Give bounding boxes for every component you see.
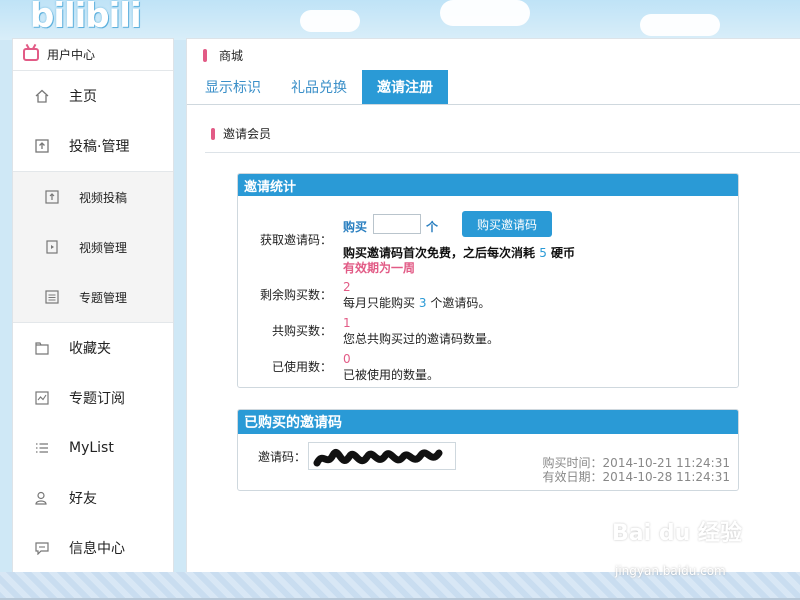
upload-icon — [35, 139, 49, 153]
cloud-decoration — [440, 0, 530, 26]
sidebar-item-topic-manage[interactable]: 专题管理 — [13, 272, 173, 322]
sidebar-item-friends[interactable]: 好友 — [13, 473, 173, 523]
sidebar-item-label: 收藏夹 — [69, 341, 111, 357]
sidebar-item-label: 主页 — [69, 89, 97, 105]
sidebar-header: 用户中心 — [13, 39, 173, 71]
used-label: 已使用数： — [271, 360, 332, 374]
header-banner: bilibili — [0, 0, 800, 40]
get-code-label: 获取邀请码： — [259, 233, 332, 247]
sidebar-item-subscriptions[interactable]: 专题订阅 — [13, 373, 173, 423]
buy-note-suffix: 硬币 — [551, 246, 576, 260]
sidebar-item-label: 专题订阅 — [69, 391, 125, 407]
total-label: 共购买数： — [271, 324, 332, 338]
cloud-decoration — [300, 10, 360, 32]
chart-icon — [35, 391, 49, 405]
valid-date: 有效日期：2014-10-28 11:24:31 — [542, 470, 730, 484]
folder-icon — [35, 341, 49, 355]
unit-label: 个 — [426, 220, 439, 234]
sidebar-item-label: 视频管理 — [79, 240, 128, 255]
section-header: 邀请会员 — [211, 125, 271, 142]
purchased-codes-box: 已购买的邀请码 邀请码： 购买时间：2014-10-21 11:24:31 有效… — [237, 409, 739, 491]
message-icon — [35, 541, 49, 555]
sidebar-item-video-manage[interactable]: 视频管理 — [13, 222, 173, 272]
site-logo[interactable]: bilibili — [30, 0, 142, 36]
monthly-prefix: 每月只能购买 — [343, 296, 416, 310]
sidebar-item-label: 信息中心 — [69, 541, 125, 557]
section-title: 邀请会员 — [223, 127, 272, 141]
purchased-codes-title: 已购买的邀请码 — [238, 410, 738, 434]
buy-note-cost: 5 — [539, 246, 547, 260]
friends-icon — [35, 491, 49, 505]
total-desc: 您总共购买过的邀请码数量。 — [343, 332, 500, 346]
sidebar-item-home[interactable]: 主页 — [13, 71, 173, 121]
sidebar-item-label: MyList — [69, 440, 114, 456]
tab-gift-exchange[interactable]: 礼品兑换 — [276, 70, 362, 104]
sidebar-item-label: 专题管理 — [79, 290, 128, 305]
watermark: Bai du 经验 — [612, 521, 742, 546]
upload-small-icon — [45, 190, 59, 204]
page-title: 商城 — [219, 48, 244, 63]
code-label: 邀请码： — [257, 450, 306, 464]
sidebar: 用户中心 主页 投稿·管理 视频投稿 视频管理 专题管理 收藏夹 专题订阅 My… — [12, 38, 174, 573]
sidebar-item-favorites[interactable]: 收藏夹 — [13, 323, 173, 373]
remaining-label: 剩余购买数： — [259, 288, 332, 302]
monthly-note: 每月只能购买 3 个邀请码。 — [343, 294, 490, 311]
used-value: 0 — [343, 352, 351, 366]
list-doc-icon — [45, 290, 59, 304]
sidebar-header-label: 用户中心 — [47, 48, 96, 62]
monthly-count: 3 — [418, 296, 427, 310]
home-icon — [35, 89, 49, 103]
tab-display-badge[interactable]: 显示标识 — [190, 70, 276, 104]
video-file-icon — [45, 240, 59, 254]
remaining-value: 2 — [343, 280, 351, 294]
redaction-scribble — [313, 449, 443, 467]
sidebar-item-messages[interactable]: 信息中心 — [13, 523, 173, 573]
tab-invite-register[interactable]: 邀请注册 — [362, 70, 448, 104]
sidebar-item-label: 视频投稿 — [79, 190, 128, 205]
tab-bar: 显示标识 礼品兑换 邀请注册 — [187, 70, 800, 105]
validity-note: 有效期为一周 — [343, 261, 416, 275]
tv-icon — [23, 48, 39, 61]
used-desc: 已被使用的数量。 — [343, 368, 440, 382]
section-marker — [211, 127, 215, 140]
buy-label: 购买 — [343, 220, 368, 234]
sidebar-item-label: 投稿·管理 — [69, 139, 130, 155]
buy-code-button[interactable]: 购买邀请码 — [462, 211, 552, 237]
cloud-decoration — [640, 14, 720, 36]
invite-stats-box: 邀请统计 获取邀请码： 购买 个 购买邀请码 购买邀请码首次免费，之后每次消耗 … — [237, 173, 739, 388]
invite-stats-title: 邀请统计 — [238, 174, 738, 196]
title-marker — [203, 48, 207, 62]
buy-note-prefix: 购买邀请码首次免费，之后每次消耗 — [343, 246, 536, 260]
sidebar-item-upload-manage[interactable]: 投稿·管理 — [13, 121, 173, 171]
sidebar-submenu: 视频投稿 视频管理 专题管理 — [13, 171, 173, 323]
invite-code-field[interactable] — [308, 442, 456, 470]
divider — [205, 152, 800, 153]
sidebar-item-mylist[interactable]: MyList — [13, 423, 173, 473]
main-panel: 商城 显示标识 礼品兑换 邀请注册 邀请会员 邀请统计 获取邀请码： 购买 个 … — [186, 38, 800, 573]
watermark-sub: jingyan.baidu.com — [615, 564, 726, 578]
quantity-input[interactable] — [373, 214, 421, 234]
monthly-suffix: 个邀请码。 — [430, 296, 491, 310]
list-icon — [35, 441, 49, 455]
page-title-bar: 商城 — [187, 39, 800, 71]
total-value: 1 — [343, 316, 351, 330]
sidebar-item-label: 好友 — [69, 491, 97, 507]
sidebar-item-video-upload[interactable]: 视频投稿 — [13, 172, 173, 222]
